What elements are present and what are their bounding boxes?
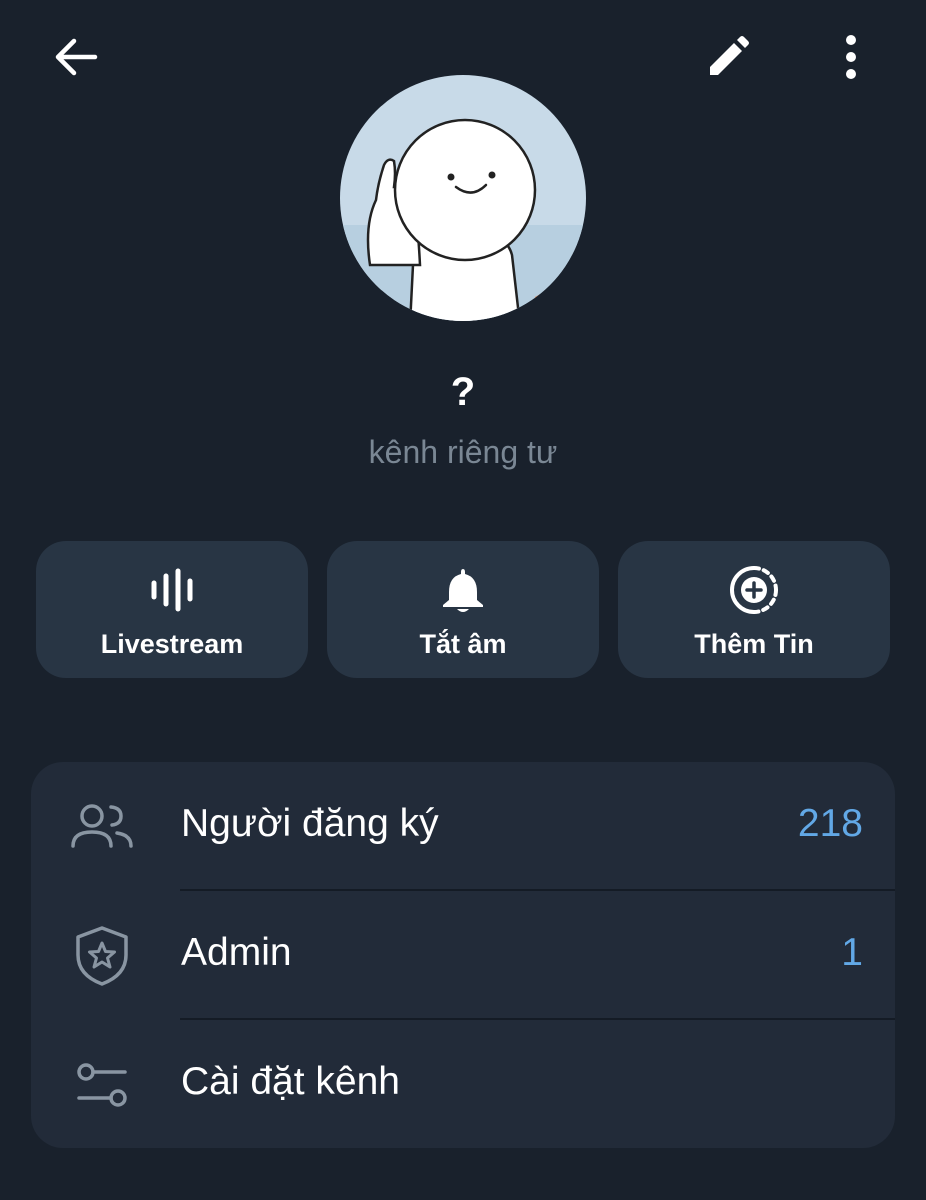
shield-star-icon: [76, 926, 128, 986]
waveform-icon: [151, 568, 193, 612]
channel-name: ?: [450, 370, 476, 414]
sliders-icon: [77, 1063, 127, 1107]
livestream-label: Livestream: [100, 629, 244, 659]
pencil-icon: [710, 36, 749, 75]
mute-label: Tắt âm: [419, 629, 507, 659]
more-options-button[interactable]: [818, 24, 884, 90]
channel-settings-row[interactable]: Cài đặt kênh: [31, 1020, 895, 1148]
add-story-button[interactable]: Thêm Tin: [618, 541, 890, 678]
channel-info-card: Người đăng ký 218 Admin 1 Cài đặt kênh: [31, 762, 895, 1148]
subscribers-row[interactable]: Người đăng ký 218: [31, 762, 895, 891]
admin-count: 1: [841, 931, 863, 974]
channel-subtitle: kênh riêng tư: [368, 434, 558, 470]
admin-label: Admin: [181, 931, 292, 974]
mute-button[interactable]: Tắt âm: [327, 541, 599, 678]
subscribers-label: Người đăng ký: [181, 802, 439, 845]
livestream-button[interactable]: Livestream: [36, 541, 308, 678]
add-story-label: Thêm Tin: [694, 629, 814, 659]
channel-settings-label: Cài đặt kênh: [181, 1060, 400, 1103]
subscribers-count: 218: [797, 802, 863, 845]
add-story-icon: [730, 566, 778, 614]
arrow-left-icon: [55, 38, 98, 76]
channel-avatar[interactable]: [340, 75, 586, 321]
people-icon: [71, 804, 133, 848]
edit-button[interactable]: [692, 24, 764, 90]
more-vertical-icon: [846, 35, 856, 79]
bell-icon: [443, 569, 483, 612]
cartoon-avatar: [340, 75, 586, 321]
back-button[interactable]: [40, 24, 110, 90]
admin-row[interactable]: Admin 1: [31, 891, 895, 1020]
